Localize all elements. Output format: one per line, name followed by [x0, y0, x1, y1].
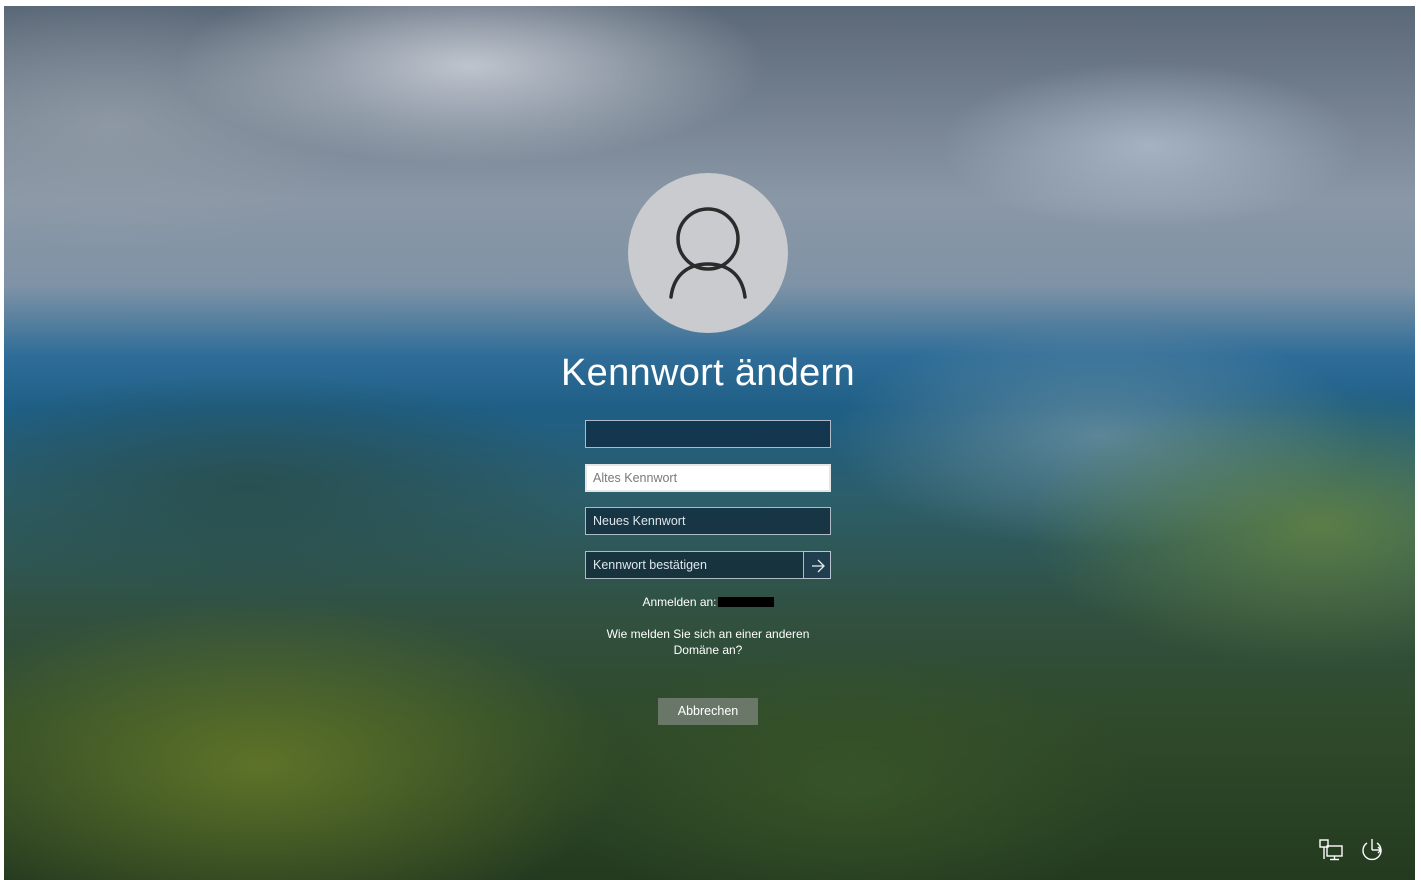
other-domain-link[interactable]: Wie melden Sie sich an einer anderen Dom…	[588, 626, 828, 658]
page-title: Kennwort ändern	[561, 352, 855, 394]
network-button[interactable]	[1318, 837, 1344, 863]
confirm-password-field[interactable]: Kennwort bestätigen	[585, 551, 831, 579]
user-avatar	[628, 173, 788, 333]
username-field[interactable]	[585, 420, 831, 448]
confirm-password-placeholder: Kennwort bestätigen	[593, 558, 707, 572]
network-icon	[1319, 839, 1343, 861]
power-icon	[1362, 839, 1382, 861]
cancel-button[interactable]: Abbrechen	[658, 698, 758, 725]
sign-in-to-label: Anmelden an:	[642, 595, 717, 609]
new-password-field[interactable]: Neues Kennwort	[585, 507, 831, 535]
old-password-field[interactable]: Altes Kennwort	[585, 464, 831, 492]
lock-screen-background: Kennwort ändern Altes Kennwort Neues Ken…	[0, 6, 1421, 880]
domain-redacted	[717, 597, 774, 607]
left-edge	[0, 6, 4, 880]
arrow-right-icon	[812, 559, 825, 573]
user-avatar-icon	[669, 207, 747, 299]
submit-button[interactable]	[803, 551, 831, 579]
right-edge	[1415, 6, 1421, 880]
accessibility-button[interactable]	[1358, 837, 1384, 863]
sign-in-to: Anmelden an:	[585, 595, 831, 609]
